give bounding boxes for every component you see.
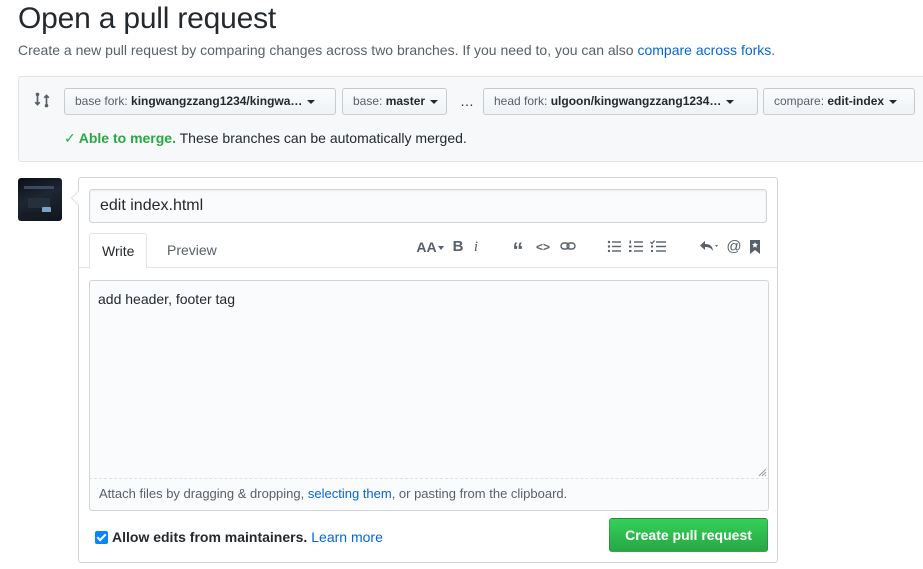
attach-prefix: Attach files by dragging & dropping, (99, 486, 308, 501)
head-fork-label: head fork: (494, 94, 548, 108)
subtitle-text: Create a new pull request by comparing c… (18, 42, 638, 58)
link-icon[interactable] (559, 236, 577, 258)
caret-down-icon (430, 99, 439, 104)
merge-status: ✓ Able to merge. These branches can be au… (64, 130, 467, 147)
caret-down-icon (889, 99, 898, 104)
compare-forks-link[interactable]: compare across forks (637, 42, 771, 58)
task-list-icon[interactable] (649, 236, 667, 258)
allow-edits: Allow edits from maintainers. Learn more (95, 529, 383, 545)
compare-value: edit-index (827, 94, 885, 108)
head-fork-select[interactable]: head fork: ulgoon/kingwangzzang1234… (483, 88, 758, 115)
caret-down-icon (307, 99, 316, 104)
compare-label: compare: (774, 94, 825, 108)
merge-status-message: These branches can be automatically merg… (175, 130, 467, 146)
text-size-icon[interactable]: AA (415, 236, 445, 258)
compare-arrows-icon (34, 92, 50, 108)
avatar[interactable] (18, 178, 62, 221)
resize-grip-icon[interactable] (758, 468, 767, 477)
pull-request-form: Write Preview AA B i “ <> @ add header, … (71, 177, 778, 563)
tab-write[interactable]: Write (89, 233, 148, 269)
compare-box: base fork: kingwangzzang1234/kingwa… bas… (18, 76, 923, 162)
tab-preview[interactable]: Preview (155, 233, 229, 269)
file-attachment-bar[interactable]: Attach files by dragging & dropping, sel… (89, 479, 769, 511)
reply-icon[interactable] (698, 236, 722, 258)
create-pull-request-button[interactable]: Create pull request (609, 518, 768, 552)
base-branch-select[interactable]: base: master (342, 88, 447, 115)
page-title: Open a pull request (18, 2, 277, 35)
header-glyph: AA (416, 239, 437, 255)
title-input[interactable] (89, 189, 767, 223)
page-subtitle: Create a new pull request by comparing c… (18, 42, 775, 58)
compare-branch-select[interactable]: compare: edit-index (763, 88, 915, 115)
code-icon[interactable]: <> (534, 236, 552, 258)
check-icon: ✓ (64, 130, 76, 146)
allow-edits-checkbox[interactable] (95, 531, 108, 544)
allow-edits-label[interactable]: Allow edits from maintainers. (112, 529, 307, 545)
learn-more-link[interactable]: Learn more (311, 529, 383, 545)
attach-suffix: , or pasting from the clipboard. (391, 486, 568, 501)
head-fork-value: ulgoon/kingwangzzang1234… (550, 94, 722, 108)
ordered-list-icon[interactable] (628, 236, 644, 258)
body-textarea[interactable]: add header, footer tag (89, 280, 769, 479)
merge-status-label: Able to merge. (78, 130, 176, 146)
select-files-link[interactable]: selecting them (308, 486, 392, 501)
caret-down-icon (726, 99, 735, 104)
unordered-list-icon[interactable] (606, 236, 622, 258)
italic-icon[interactable]: i (471, 236, 481, 258)
base-fork-select[interactable]: base fork: kingwangzzang1234/kingwa… (64, 88, 336, 115)
ellipsis: … (460, 93, 475, 109)
subtitle-end: . (771, 42, 776, 58)
base-fork-value: kingwangzzang1234/kingwa… (131, 94, 303, 108)
bold-icon[interactable]: B (451, 236, 465, 258)
mention-icon[interactable]: @ (726, 236, 742, 258)
quote-icon[interactable]: “ (510, 236, 526, 263)
bookmark-icon[interactable] (749, 236, 761, 258)
base-value: master (385, 94, 426, 108)
base-fork-label: base fork: (75, 94, 128, 108)
base-label: base: (353, 94, 383, 108)
